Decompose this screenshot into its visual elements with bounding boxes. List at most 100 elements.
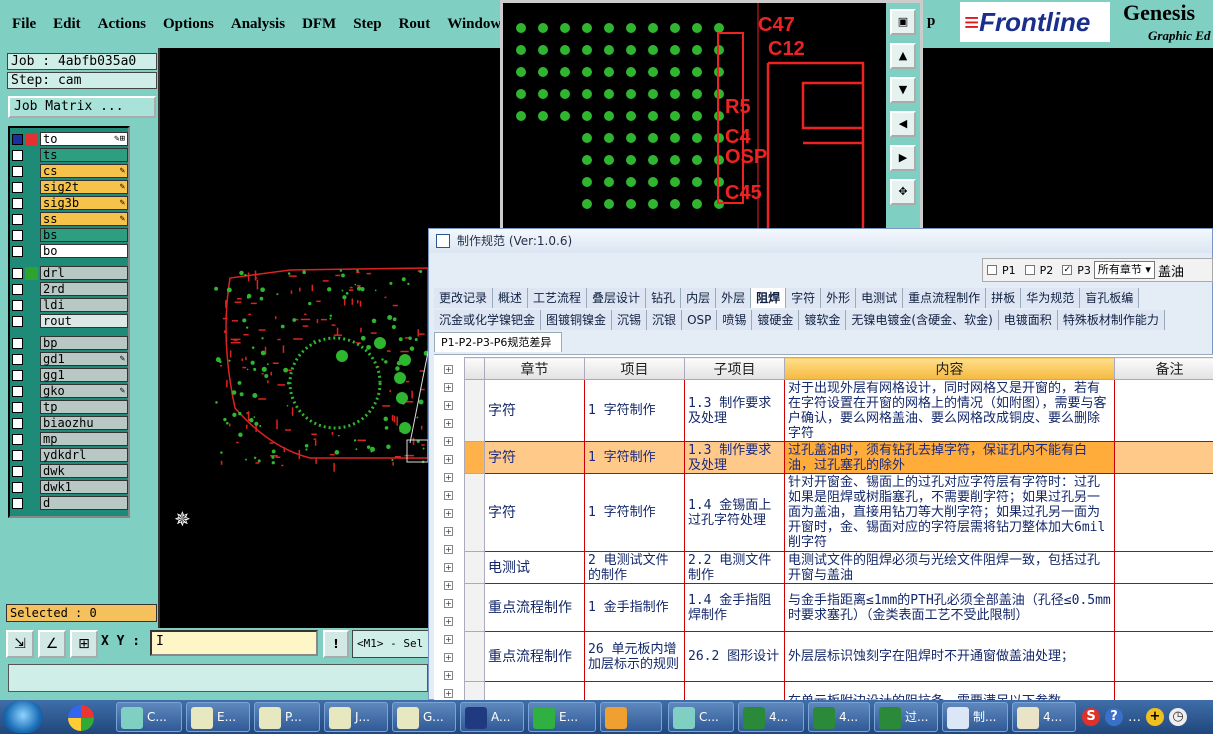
layer-checkbox[interactable]	[12, 385, 23, 397]
tab-1[interactable]: 更改记录	[434, 288, 494, 308]
layer-name[interactable]: gd1 ✎	[40, 352, 128, 366]
layer-color-swatch[interactable]	[25, 180, 38, 194]
layer-color-swatch[interactable]	[25, 228, 38, 242]
layer-row-to[interactable]: to ✎⊞	[12, 132, 128, 146]
tab-6[interactable]: 内层	[681, 288, 717, 308]
clock-icon[interactable]: ◷	[1169, 708, 1187, 726]
tab-10[interactable]: 电镀面积	[998, 310, 1058, 330]
layer-row-biaozhu[interactable]: biaozhu	[12, 416, 128, 430]
menu-analysis[interactable]: Analysis	[231, 16, 285, 33]
tree-expand-icon[interactable]: +	[444, 599, 453, 608]
layer-row-sig3b[interactable]: sig3b ✎	[12, 196, 128, 210]
column-header-subitem[interactable]: 子项目	[684, 357, 785, 380]
layer-color-swatch[interactable]	[25, 400, 38, 414]
layer-name[interactable]: biaozhu	[40, 416, 128, 430]
column-header-content[interactable]: 内容	[784, 357, 1115, 380]
layer-row-ts[interactable]: ts	[12, 148, 128, 162]
tab-7[interactable]: 镀硬金	[752, 310, 800, 330]
layer-row-sig2t[interactable]: sig2t ✎	[12, 180, 128, 194]
menu-file[interactable]: File	[12, 16, 36, 33]
layer-color-swatch[interactable]	[25, 368, 38, 382]
tree-expand-icon[interactable]: +	[444, 365, 453, 374]
layer-row-bp[interactable]: bp	[12, 336, 128, 350]
subtab-p-diff[interactable]: P1-P2-P3-P6规范差异	[434, 332, 562, 352]
layer-name[interactable]: sig2t ✎	[40, 180, 128, 194]
layer-row-ss[interactable]: ss ✎	[12, 212, 128, 226]
tree-expand-icon[interactable]: +	[444, 401, 453, 410]
tab-3[interactable]: 工艺流程	[528, 288, 588, 308]
table-row[interactable]: 字符 1 字符制作 1.3 制作要求及处理 过孔盖油时，须有钻孔去掉字符，保证孔内不能…	[464, 441, 1213, 474]
tab-9[interactable]: 字符	[786, 288, 822, 308]
tree-expand-icon[interactable]: +	[444, 653, 453, 662]
layer-name[interactable]: drl	[40, 266, 128, 280]
layer-row-drl[interactable]: drl	[12, 266, 128, 280]
layer-row-ydkdrl[interactable]: ydkdrl	[12, 448, 128, 462]
graphic-canvas[interactable]: ✵	[160, 48, 428, 628]
tree-expand-icon[interactable]: +	[444, 635, 453, 644]
layer-checkbox[interactable]	[12, 267, 23, 279]
tab-14[interactable]: 华为规范	[1021, 288, 1081, 308]
pan-left-icon[interactable]: ◀	[890, 111, 916, 137]
layer-checkbox[interactable]	[12, 497, 23, 509]
layer-row-dwk1[interactable]: dwk1	[12, 480, 128, 494]
tab-6[interactable]: 喷锡	[717, 310, 753, 330]
tab-3[interactable]: 沉锡	[612, 310, 648, 330]
layer-color-swatch[interactable]	[25, 432, 38, 446]
layer-row-d[interactable]: d	[12, 496, 128, 510]
taskbar-button[interactable]: E...	[186, 702, 250, 732]
menu-dfm[interactable]: DFM	[302, 16, 336, 33]
layer-row-rout[interactable]: rout	[12, 314, 128, 328]
layer-checkbox[interactable]	[12, 369, 23, 381]
zoom-window[interactable]: C47 C12 R5 C4 OSP C45 ▣ ▲ ▼ ◀ ▶ ✥	[500, 0, 923, 238]
start-button[interactable]	[3, 701, 43, 733]
tree-expand-icon[interactable]: +	[444, 545, 453, 554]
layer-name[interactable]: gg1	[40, 368, 128, 382]
layer-name[interactable]: ydkdrl	[40, 448, 128, 462]
exclamation-button[interactable]: !	[323, 630, 349, 658]
layer-checkbox[interactable]	[12, 213, 23, 225]
layer-name[interactable]: ldi	[40, 298, 128, 312]
tree-expand-icon[interactable]: +	[444, 383, 453, 392]
layer-color-swatch[interactable]	[25, 314, 38, 328]
layer-color-swatch[interactable]	[25, 448, 38, 462]
menu-options[interactable]: Options	[163, 16, 214, 33]
layer-color-swatch[interactable]	[25, 464, 38, 478]
menu-step[interactable]: Step	[353, 16, 381, 33]
taskbar-button[interactable]: C...	[116, 702, 182, 732]
tab-1[interactable]: 沉金或化学镍钯金	[434, 310, 542, 330]
layer-name[interactable]: to ✎⊞	[40, 132, 128, 146]
colorful-app-icon[interactable]	[58, 703, 106, 731]
taskbar-button[interactable]: C...	[668, 702, 734, 732]
layer-name[interactable]: bo	[40, 244, 128, 258]
layer-color-swatch[interactable]	[25, 266, 38, 280]
pan-up-icon[interactable]: ▲	[890, 43, 916, 69]
layer-name[interactable]: ts	[40, 148, 128, 162]
tab-2[interactable]: 概述	[493, 288, 529, 308]
layer-checkbox[interactable]	[12, 299, 23, 311]
layer-checkbox[interactable]	[12, 353, 23, 365]
layer-color-swatch[interactable]	[25, 282, 38, 296]
tab-8[interactable]: 镀软金	[799, 310, 847, 330]
tray-more-icon[interactable]: …	[1128, 710, 1141, 725]
pan-down-icon[interactable]: ▼	[890, 77, 916, 103]
layer-checkbox[interactable]	[12, 337, 23, 349]
tree-expand-icon[interactable]: +	[444, 671, 453, 680]
tab-13[interactable]: 拼板	[986, 288, 1022, 308]
dialog-title-bar[interactable]: 制作规范 (Ver:1.0.6)	[429, 229, 1212, 253]
tab-12[interactable]: 重点流程制作	[903, 288, 987, 308]
tree-expand-icon[interactable]: +	[444, 563, 453, 572]
xy-input[interactable]: I	[150, 630, 318, 656]
layer-checkbox[interactable]	[12, 449, 23, 461]
tree-expand-icon[interactable]: +	[444, 617, 453, 626]
s-icon[interactable]: S	[1082, 708, 1100, 726]
layer-row-gko[interactable]: gko ✎	[12, 384, 128, 398]
layer-checkbox[interactable]	[12, 181, 23, 193]
layer-checkbox[interactable]	[12, 283, 23, 295]
layer-color-swatch[interactable]	[25, 148, 38, 162]
menu-windows[interactable]: Windows	[447, 16, 507, 33]
column-header-note[interactable]: 备注	[1114, 357, 1213, 380]
layer-name[interactable]: tp	[40, 400, 128, 414]
taskbar-button[interactable]: 4...	[1012, 702, 1076, 732]
layer-color-swatch[interactable]	[25, 244, 38, 258]
layer-row-bs[interactable]: bs	[12, 228, 128, 242]
